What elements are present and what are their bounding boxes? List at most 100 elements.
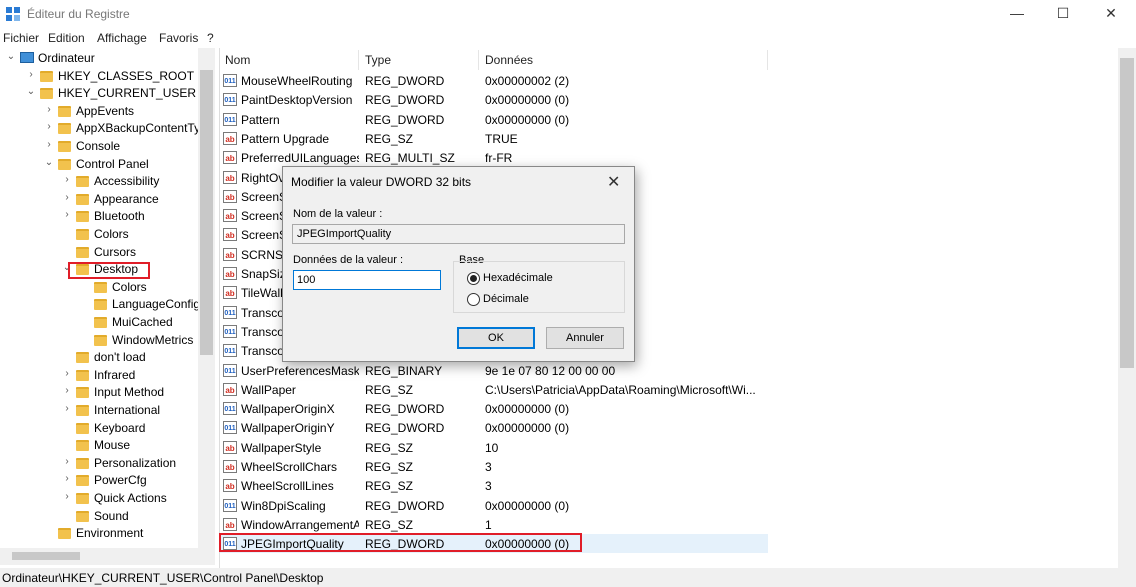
tree-item[interactable]: Environment (0, 525, 198, 543)
column-separator[interactable] (478, 50, 479, 70)
value-type: REG_SZ (365, 479, 414, 494)
value-data: 0x00000000 (0) (485, 421, 570, 436)
expand-chevron-icon[interactable]: › (44, 104, 54, 115)
value-type: REG_SZ (365, 382, 414, 397)
list-scroll-thumb[interactable] (1120, 58, 1134, 368)
binary-value-icon: 011 (223, 324, 237, 338)
value-type: REG_DWORD (365, 93, 445, 108)
hex-radio[interactable] (467, 272, 480, 285)
tree-item-label: Personalization (94, 455, 177, 470)
tree-item[interactable]: › Bluetooth (0, 208, 198, 226)
value-data-input[interactable]: 100 (293, 270, 441, 290)
table-row[interactable]: 011 UserPreferencesMask REG_BINARY 9e 1e 07… (220, 361, 768, 380)
table-row[interactable]: ab WallPaper REG_SZ C:\Users\Patricia\AppDa… (220, 380, 768, 399)
tree-item[interactable]: Keyboard (0, 420, 198, 438)
tree-item[interactable]: › Accessibility (0, 173, 198, 191)
column-data-header[interactable]: Données (485, 53, 533, 67)
tree-item[interactable]: › Input Method (0, 384, 198, 402)
tree-item[interactable]: ⌄ HKEY_CURRENT_USER (0, 85, 198, 103)
table-row[interactable]: 011 Pattern REG_DWORD 0x00000000 (0) (220, 110, 768, 129)
maximize-button[interactable]: ☐ (1040, 0, 1086, 28)
expand-chevron-icon[interactable]: › (62, 192, 72, 203)
table-row[interactable]: 011 MouseWheelRouting REG_DWORD 0x00000002 … (220, 71, 768, 90)
menu-affichage[interactable]: Affichage (97, 31, 147, 45)
expand-chevron-icon[interactable]: › (62, 174, 72, 185)
value-name-label: Nom de la valeur : (293, 208, 383, 220)
tree-item[interactable]: Mouse (0, 437, 198, 455)
table-row[interactable]: ab WindowArrangementActive REG_SZ 1 (220, 515, 768, 534)
table-row[interactable]: ab WallpaperStyle REG_SZ 10 (220, 438, 768, 457)
table-row[interactable]: 011 WallpaperOriginY REG_DWORD 0x00000000 (… (220, 418, 768, 437)
dialog-close-icon[interactable]: ✕ (607, 172, 620, 192)
tree-item[interactable]: › AppXBackupContentTy (0, 120, 200, 138)
menu-favoris[interactable]: Favoris (159, 31, 198, 45)
tree-item[interactable]: › PowerCfg (0, 472, 198, 490)
decimal-radio[interactable] (467, 293, 480, 306)
table-row[interactable]: 011 WallpaperOriginX REG_DWORD 0x00000000 (… (220, 399, 768, 418)
expand-chevron-icon[interactable]: › (62, 473, 72, 484)
expand-chevron-icon[interactable]: › (44, 139, 54, 150)
table-row[interactable]: ab Pattern Upgrade REG_SZ TRUE (220, 129, 768, 148)
tree-item[interactable]: Sound (0, 508, 198, 526)
title-bar: Éditeur du Registre — ☐ ✕ (0, 0, 1136, 28)
column-type-header[interactable]: Type (365, 53, 391, 67)
collapse-chevron-icon[interactable]: ⌄ (6, 51, 16, 62)
value-type: REG_BINARY (365, 363, 443, 378)
menu-fichier[interactable]: Fichier (3, 31, 39, 45)
value-data: 0x00000000 (0) (485, 498, 570, 513)
table-row[interactable]: ab WheelScrollChars REG_SZ 3 (220, 457, 768, 476)
value-name: Pattern Upgrade (241, 131, 330, 146)
decimal-label[interactable]: Décimale (483, 293, 529, 305)
table-row[interactable]: ab WheelScrollLines REG_SZ 3 (220, 476, 768, 495)
expand-chevron-icon[interactable]: › (62, 456, 72, 467)
column-name-header[interactable]: Nom (225, 53, 250, 67)
table-row[interactable]: ab PreferredUILanguages REG_MULTI_SZ fr-FR (220, 148, 768, 167)
close-button[interactable]: ✕ (1088, 0, 1134, 28)
collapse-chevron-icon[interactable]: ⌄ (26, 86, 36, 97)
tree-item[interactable]: ⌄ Ordinateur (0, 50, 198, 68)
tree-item[interactable]: don't load (0, 349, 198, 367)
tree-hscroll-thumb[interactable] (12, 552, 80, 560)
tree-item[interactable]: › HKEY_CLASSES_ROOT (0, 68, 198, 86)
cancel-button[interactable]: Annuler (546, 327, 624, 349)
expand-chevron-icon[interactable]: › (26, 69, 36, 80)
tree-item[interactable]: › Console (0, 138, 198, 156)
tree-item[interactable]: › Quick Actions (0, 490, 198, 508)
expand-chevron-icon[interactable]: › (62, 385, 72, 396)
expand-chevron-icon[interactable]: › (62, 209, 72, 220)
tree-item[interactable]: WindowMetrics (0, 332, 198, 350)
tree-item[interactable]: MuiCached (0, 314, 198, 332)
expand-chevron-icon[interactable]: › (62, 491, 72, 502)
minimize-button[interactable]: — (994, 0, 1040, 28)
menu-help[interactable]: ? (207, 31, 214, 45)
folder-icon (76, 510, 89, 522)
tree-item[interactable]: › Infrared (0, 367, 198, 385)
tree-item[interactable]: Colors (0, 279, 198, 297)
string-value-icon: ab (223, 460, 237, 473)
tree-item-label: Sound (94, 508, 129, 523)
tree-scroll-thumb[interactable] (200, 70, 213, 355)
tree-item[interactable]: LanguageConfig (0, 296, 200, 314)
expand-chevron-icon[interactable]: › (44, 121, 54, 132)
column-separator[interactable] (358, 50, 359, 70)
tree-item[interactable]: › AppEvents (0, 103, 198, 121)
ok-button[interactable]: OK (457, 327, 535, 349)
tree-item[interactable]: Cursors (0, 244, 198, 262)
value-type: REG_SZ (365, 440, 414, 455)
folder-icon (40, 70, 53, 82)
expand-chevron-icon[interactable]: › (62, 403, 72, 414)
tree-item[interactable]: › Personalization (0, 455, 198, 473)
hex-label[interactable]: Hexadécimale (483, 272, 553, 284)
tree-item-label: Appearance (94, 191, 159, 206)
table-row[interactable]: 011 PaintDesktopVersion REG_DWORD 0x0000000… (220, 90, 768, 109)
tree-item[interactable]: › Appearance (0, 191, 198, 209)
column-separator[interactable] (767, 50, 768, 70)
table-row[interactable]: 011 Win8DpiScaling REG_DWORD 0x00000000 (0) (220, 496, 768, 515)
collapse-chevron-icon[interactable]: ⌄ (44, 157, 54, 168)
tree-item[interactable]: › International (0, 402, 198, 420)
tree-item[interactable]: Colors (0, 226, 198, 244)
tree-item[interactable]: ⌄ Control Panel (0, 156, 198, 174)
menu-edition[interactable]: Edition (48, 31, 85, 45)
expand-chevron-icon[interactable]: › (62, 368, 72, 379)
folder-icon (76, 475, 89, 487)
